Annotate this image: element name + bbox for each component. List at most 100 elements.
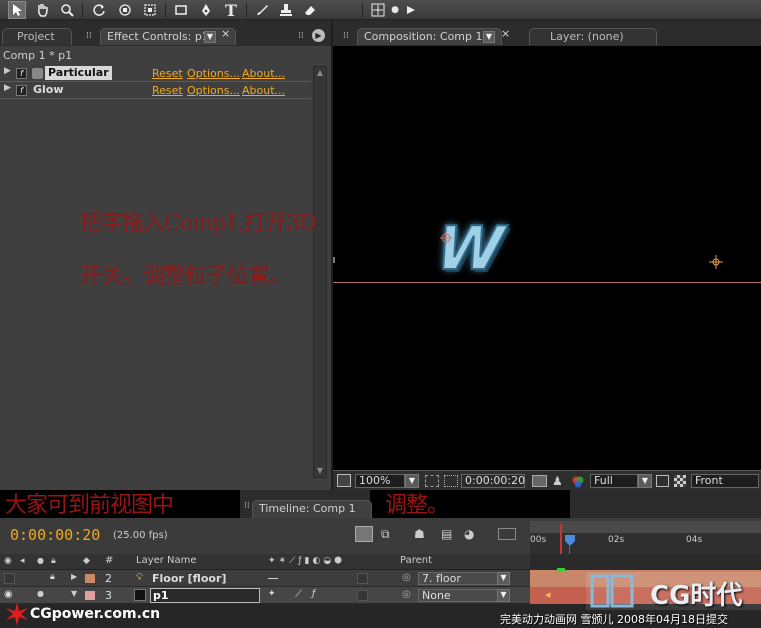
work-area-bar[interactable] [530,521,761,533]
anchor-point-icon[interactable] [440,232,452,244]
graph-editor-icon[interactable] [498,528,516,540]
comp-flowchart-icon[interactable] [355,526,373,542]
layer-name[interactable]: Floor [floor] [152,572,226,585]
letter-w-3d-text[interactable]: W [432,213,508,285]
show-snapshot-icon[interactable]: ♟ [552,474,564,488]
effect-name-glow[interactable]: Glow [33,83,64,96]
twirl-arrow-icon[interactable]: ▶ [71,572,77,581]
effect-panel-scrollbar[interactable]: ▲ ▼ [313,66,327,478]
region-of-interest-icon[interactable] [656,475,669,487]
selection-tool-icon[interactable] [8,1,26,19]
chevron-down-icon[interactable]: ▼ [497,589,510,602]
fx-toggle-icon[interactable]: f [16,68,27,79]
rectangle-mask-icon[interactable] [172,1,190,19]
layer-name-input[interactable]: p1 [150,588,260,603]
panel-grip-icon[interactable]: ⁞⁞ [86,31,95,41]
keyframe-icon[interactable]: ◂ [545,588,551,602]
emitter-position-icon[interactable] [709,255,723,269]
effect-row-glow[interactable]: ▶ f Glow Reset Options... About... [0,82,311,99]
quality-switch-icon[interactable]: ⟋ [295,589,302,600]
axis-mode-icon[interactable] [369,1,387,19]
pick-whip-icon[interactable]: ◎ [402,572,411,583]
about-link[interactable]: About... [242,67,285,80]
label-color-swatch[interactable] [85,591,95,600]
chevron-down-icon[interactable]: ▼ [497,572,510,585]
pen-tool-icon[interactable] [197,1,215,19]
close-icon[interactable]: × [221,27,230,40]
eye-icon[interactable]: ◉ [4,589,13,600]
panel-grip-icon[interactable]: ⁞⁞ [343,31,352,41]
safe-zones-icon[interactable] [425,475,439,487]
panel-menu-icon[interactable]: ▶ [312,29,325,42]
timeline-current-time[interactable]: 0:00:00:20 [10,526,100,544]
chevron-down-icon[interactable]: ▼ [483,31,495,43]
tab-composition[interactable]: Composition: Comp 1 ▼ [357,28,502,45]
layer-row[interactable]: ◉ ● ▼ 3 p1 ✦ ⟋ ƒ ◎ None ▼ [0,587,530,604]
resolution-select[interactable]: Full [590,474,638,488]
tab-timeline-label: Timeline: Comp 1 [259,502,356,515]
motion-blur-icon[interactable]: ◕ [464,527,480,541]
parent-select[interactable]: 7. floor [418,572,498,585]
options-link[interactable]: Options... [187,67,240,80]
switch-box[interactable] [357,590,368,601]
hand-tool-icon[interactable] [33,1,51,19]
about-link[interactable]: About... [242,84,285,97]
mask-view-icon[interactable] [444,475,458,487]
text-tool-icon[interactable]: T [222,1,240,20]
tab-layer[interactable]: Layer: (none) [529,28,657,45]
chevron-down-icon[interactable]: ▼ [204,31,216,43]
lock-icon[interactable]: 🔒︎ [50,572,55,582]
twirl-arrow-icon[interactable]: ▶ [4,66,11,76]
column-layer-name[interactable]: Layer Name [136,555,197,566]
scroll-down-icon[interactable]: ▼ [315,466,325,476]
composition-viewer[interactable]: W [333,46,761,470]
zoom-tool-icon[interactable] [58,1,76,19]
label-color-swatch[interactable] [85,574,95,583]
draft-3d-icon[interactable]: ⧉ [381,527,397,541]
snapshot-icon[interactable] [532,475,547,487]
layer-row[interactable]: 🔒︎ ▶ 2 💡︎ Floor [floor] ◎ 7. floor ▼ [0,570,530,587]
playhead-icon[interactable] [565,535,575,547]
pick-whip-icon[interactable]: ◎ [402,589,411,600]
close-icon[interactable]: × [501,27,510,40]
orbit-camera-icon[interactable] [116,1,134,19]
chevron-down-icon[interactable]: ▼ [638,474,652,488]
switch-box[interactable] [357,573,368,584]
effect-panel-path: Comp 1 * p1 [3,49,73,62]
hide-shy-layers-icon[interactable]: ☗ [414,527,430,541]
parent-select[interactable]: None [418,589,498,602]
effect-row-particular[interactable]: ▶ f Particular Reset Options... About... [0,65,311,82]
chevron-down-icon[interactable]: ▼ [405,474,419,488]
tab-timeline[interactable]: Timeline: Comp 1 [252,500,372,518]
video-toggle[interactable] [4,573,15,584]
view-select[interactable]: Front [691,474,759,488]
transparency-grid-icon[interactable] [674,475,686,487]
magnification-select[interactable]: 100% [355,474,405,488]
frame-blending-icon[interactable]: ▤ [441,527,455,541]
reset-link[interactable]: Reset [152,84,183,97]
eraser-tool-icon[interactable] [301,1,319,19]
solo-icon[interactable]: ● [37,589,44,598]
fx-toggle-icon[interactable]: f [16,85,27,96]
twirl-arrow-icon[interactable]: ▶ [4,83,11,93]
scroll-up-icon[interactable]: ▲ [315,68,325,78]
floor-line [333,282,761,283]
fx-switch-icon[interactable]: ƒ [312,589,315,599]
track-camera-icon[interactable] [141,1,159,19]
watermark-credit: 完美动力动画网 雪颁儿 2008年04月18日提交 [500,613,728,626]
clone-stamp-icon[interactable] [277,1,295,19]
current-time-field[interactable]: 0:00:00:20 [461,474,525,488]
brush-tool-icon[interactable] [253,1,271,19]
options-link[interactable]: Options... [187,84,240,97]
twirl-arrow-icon[interactable]: ▼ [71,589,77,598]
tab-project[interactable]: Project [2,28,72,45]
panel-grip-icon[interactable]: ⁞⁞ [298,31,307,41]
tab-effect-controls[interactable]: Effect Controls: p1 ▼ [100,28,236,45]
effect-name-particular[interactable]: Particular [45,66,112,80]
view-axis-icon[interactable] [402,1,420,19]
always-preview-icon[interactable] [337,474,351,487]
shy-switch-icon[interactable]: ✦ [268,589,276,599]
reset-link[interactable]: Reset [152,67,183,80]
rotate-tool-icon[interactable] [90,1,108,19]
channel-icon[interactable] [571,475,585,488]
